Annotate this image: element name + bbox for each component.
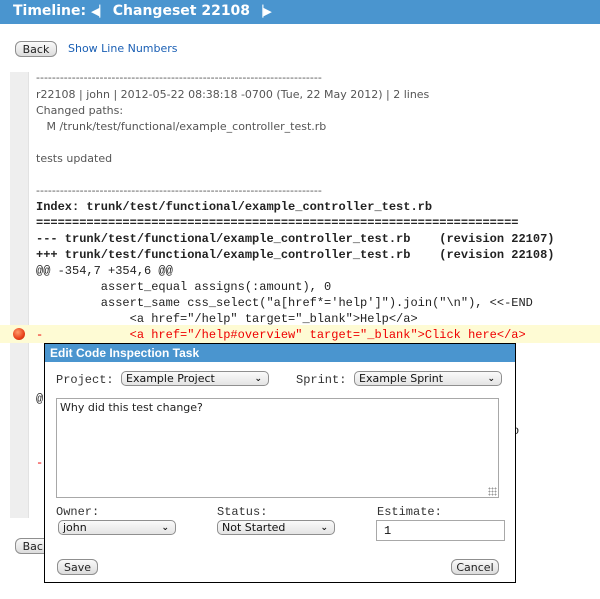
sprint-select-value: Example Sprint: [359, 372, 444, 385]
log-summary: r22108 | john | 2012-05-22 08:38:18 -070…: [36, 88, 430, 101]
diff-line: assert_same css_select("a[href*='help']"…: [36, 296, 533, 310]
breakpoint-gutter[interactable]: [10, 72, 29, 518]
owner-label: Owner:: [56, 505, 100, 519]
chevron-down-icon: ⌄: [320, 523, 328, 533]
edit-task-dialog: Edit Code Inspection Task Project: Examp…: [44, 343, 516, 583]
diff-new-file: +++ trunk/test/functional/example_contro…: [36, 248, 555, 262]
chevron-down-icon: ⌄: [254, 374, 262, 384]
project-label: Project:: [56, 373, 114, 387]
save-button[interactable]: Save: [57, 559, 98, 575]
diff-equals: ========================================…: [36, 216, 519, 230]
owner-select[interactable]: john ⌄: [58, 520, 176, 535]
chevron-down-icon: ⌄: [487, 374, 495, 384]
diff-index: Index: trunk/test/functional/example_con…: [36, 200, 433, 214]
sprint-label: Sprint:: [296, 373, 347, 387]
cancel-button[interactable]: Cancel: [451, 559, 499, 575]
description-text: Why did this test change?: [60, 401, 203, 414]
diff-line: <a href="/help" target="_blank">Help</a>: [36, 312, 418, 326]
owner-select-value: john: [63, 521, 87, 534]
log-separator-2: ----------------------------------------…: [36, 184, 322, 197]
commit-message: tests updated: [36, 152, 113, 165]
diff-hidden-fragment: -: [36, 456, 44, 470]
project-select[interactable]: Example Project ⌄: [121, 371, 269, 386]
resize-grip-icon[interactable]: [488, 487, 497, 496]
status-select-value: Not Started: [222, 521, 286, 534]
description-textarea[interactable]: Why did this test change?: [56, 398, 499, 498]
changed-paths-label: Changed paths:: [36, 104, 124, 117]
show-line-numbers-link[interactable]: Show Line Numbers: [68, 42, 178, 55]
diff-old-file: --- trunk/test/functional/example_contro…: [36, 232, 555, 246]
page-header: Timeline: ◀▏ Changeset 22108 ▕▶: [0, 0, 600, 24]
first-arrow-icon[interactable]: ◀▏: [91, 5, 108, 18]
breakpoint-marker-icon[interactable]: [13, 328, 25, 340]
diff-hunk-header: @@ -354,7 +354,6 @@: [36, 264, 173, 278]
status-label: Status:: [217, 505, 268, 519]
estimate-label: Estimate:: [377, 505, 442, 519]
title-prefix: Timeline:: [13, 3, 87, 19]
diff-removed-line: - <a href="/help#overview" target="_blan…: [36, 328, 526, 342]
status-select[interactable]: Not Started ⌄: [217, 520, 335, 535]
changed-path: M /trunk/test/functional/example_control…: [36, 120, 327, 133]
diff-hidden-fragment: @: [36, 392, 44, 406]
sprint-select[interactable]: Example Sprint ⌄: [354, 371, 502, 386]
diff-line: assert_equal assigns(:amount), 0: [36, 280, 332, 294]
changeset-title: Changeset 22108: [112, 3, 251, 19]
last-arrow-icon[interactable]: ▕▶: [255, 5, 272, 18]
back-button[interactable]: Back: [15, 41, 57, 57]
page-title: Timeline: ◀▏ Changeset 22108 ▕▶: [13, 3, 272, 19]
dialog-title[interactable]: Edit Code Inspection Task: [45, 344, 515, 362]
log-separator: ----------------------------------------…: [36, 71, 322, 84]
project-select-value: Example Project: [126, 372, 215, 385]
estimate-input[interactable]: 1: [376, 520, 505, 541]
chevron-down-icon: ⌄: [161, 523, 169, 533]
